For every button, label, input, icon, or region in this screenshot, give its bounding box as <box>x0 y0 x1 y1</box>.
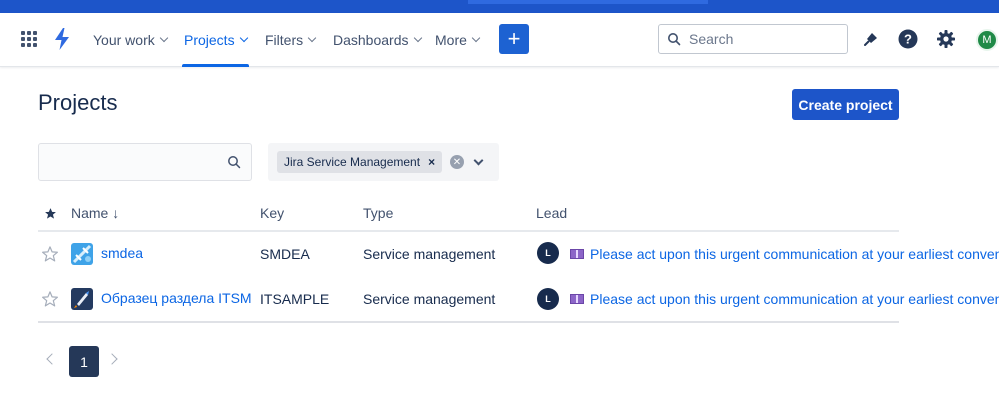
product-filter-select[interactable]: Jira Service Management × ✕ <box>268 143 499 181</box>
nav-your-work-label: Your work <box>93 32 155 48</box>
chevron-down-icon <box>239 33 248 43</box>
chevron-down-icon <box>471 33 481 43</box>
global-search[interactable] <box>658 24 848 54</box>
nav-dashboards[interactable]: Dashboards <box>333 13 422 67</box>
banner-notch <box>468 0 708 4</box>
column-header-name-label: Name <box>71 205 109 221</box>
sort-descending-icon: ↓ <box>112 205 120 221</box>
chevron-down-icon <box>159 33 168 43</box>
lead-name-label: Please act upon this urgent communicatio… <box>590 291 999 307</box>
column-header-type[interactable]: Type <box>363 205 393 221</box>
project-avatar-icon <box>71 243 93 265</box>
create-plus-button[interactable]: + <box>499 24 529 54</box>
nav-projects-label: Projects <box>184 32 235 48</box>
nav-filters-label: Filters <box>265 32 304 48</box>
envelope-icon <box>570 249 584 259</box>
pagination-page-button[interactable]: 1 <box>69 346 99 377</box>
app-switcher-icon[interactable] <box>21 31 37 47</box>
table-header-divider <box>38 230 899 232</box>
search-input[interactable] <box>689 31 839 47</box>
nav-filters[interactable]: Filters <box>265 13 317 67</box>
table-bottom-divider <box>38 321 899 323</box>
star-outline-icon[interactable] <box>41 245 59 263</box>
product-chip-label: Jira Service Management <box>284 155 421 169</box>
project-name-link[interactable]: Образец раздела ITSM <box>101 290 252 306</box>
nav-more[interactable]: More <box>435 13 481 67</box>
envelope-icon <box>570 294 584 304</box>
chevron-down-icon <box>413 33 422 43</box>
nav-more-label: More <box>435 32 467 48</box>
clear-selection-icon[interactable]: ✕ <box>450 155 464 169</box>
nav-dashboards-label: Dashboards <box>333 32 409 48</box>
star-outline-icon[interactable] <box>41 290 59 308</box>
top-banner-strip <box>0 0 999 13</box>
lead-name-link[interactable]: Please act upon this urgent communicatio… <box>570 291 999 307</box>
project-key: ITSAMPLE <box>260 291 330 307</box>
page-title: Projects <box>38 90 118 115</box>
project-type: Service management <box>363 291 496 307</box>
search-icon <box>228 156 241 169</box>
nav-projects[interactable]: Projects <box>182 13 249 67</box>
user-avatar[interactable]: M <box>976 29 998 51</box>
column-header-key[interactable]: Key <box>260 205 284 221</box>
svg-text:?: ? <box>904 32 912 47</box>
project-key: SMDEA <box>260 246 310 262</box>
chevron-down-icon[interactable] <box>473 155 484 166</box>
column-header-lead[interactable]: Lead <box>536 205 567 221</box>
help-icon[interactable]: ? <box>897 28 919 50</box>
notifications-icon[interactable] <box>860 28 882 50</box>
create-project-button[interactable]: Create project <box>792 89 899 120</box>
chevron-down-icon <box>307 33 317 43</box>
column-header-name[interactable]: Name ↓ <box>71 205 119 221</box>
lead-avatar: L <box>537 242 559 264</box>
jira-logo-icon[interactable] <box>52 27 72 51</box>
project-avatar-icon <box>71 288 93 310</box>
top-navigation: Your work Projects Filters Dashboards Mo… <box>0 13 999 67</box>
starred-column-icon <box>45 208 56 219</box>
pagination-next-icon[interactable] <box>106 353 118 365</box>
project-search-field[interactable] <box>38 143 252 181</box>
product-filter-chip: Jira Service Management × <box>277 151 443 173</box>
lead-avatar: L <box>537 288 559 310</box>
gear-icon[interactable] <box>935 28 957 50</box>
project-type: Service management <box>363 246 496 262</box>
pagination-prev-icon[interactable] <box>46 353 58 365</box>
chip-remove-icon[interactable]: × <box>428 155 435 169</box>
lead-name-link[interactable]: Please act upon this urgent communicatio… <box>570 246 999 262</box>
search-icon <box>668 33 681 46</box>
lead-name-label: Please act upon this urgent communicatio… <box>590 246 999 262</box>
nav-your-work[interactable]: Your work <box>93 13 168 67</box>
project-name-link[interactable]: smdea <box>101 245 143 261</box>
